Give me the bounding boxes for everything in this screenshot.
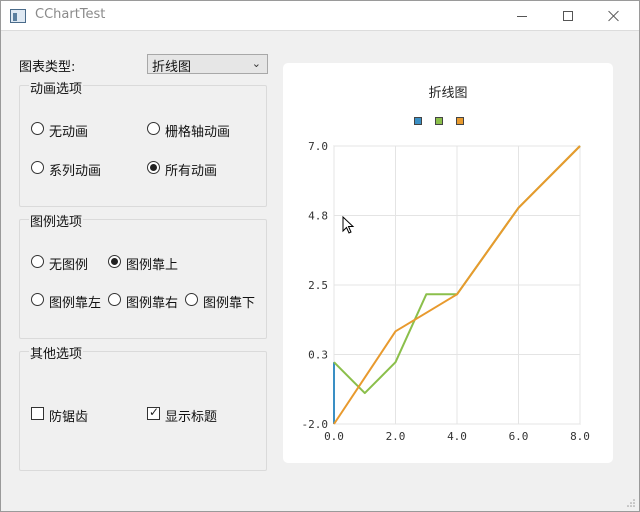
chart-type-value: 折线图 xyxy=(152,60,192,75)
resize-grip-icon[interactable] xyxy=(626,498,636,508)
radio-legend-bottom[interactable] xyxy=(185,293,198,306)
radio-label[interactable]: 栅格轴动画 xyxy=(165,121,230,140)
close-button[interactable] xyxy=(591,1,637,31)
x-tick-label: 8.0 xyxy=(570,430,590,443)
maximize-icon xyxy=(563,11,573,21)
antialias-checkbox[interactable] xyxy=(31,407,44,420)
radio-label[interactable]: 无图例 xyxy=(49,254,88,273)
legend-group xyxy=(19,219,267,339)
radio-label[interactable]: 图例靠下 xyxy=(203,292,255,311)
radio-series-animation[interactable] xyxy=(31,161,44,174)
radio-label[interactable]: 系列动画 xyxy=(49,160,101,179)
mouse-cursor-icon xyxy=(342,216,355,234)
close-icon xyxy=(608,10,620,22)
radio-no-animation[interactable] xyxy=(31,122,44,135)
window-title: CChartTest xyxy=(35,7,106,22)
x-tick-label: 6.0 xyxy=(509,430,529,443)
radio-label[interactable]: 所有动画 xyxy=(165,160,217,179)
radio-legend-right[interactable] xyxy=(108,293,121,306)
legend-group-title: 图例选项 xyxy=(29,211,84,230)
chart-type-label: 图表类型: xyxy=(19,60,76,75)
radio-label[interactable]: 图例靠上 xyxy=(126,254,178,273)
animation-group xyxy=(19,85,267,207)
radio-legend-top[interactable] xyxy=(108,255,121,268)
show-title-label[interactable]: 显示标题 xyxy=(165,406,217,425)
maximize-button[interactable] xyxy=(545,1,591,31)
chart-type-combobox[interactable]: 折线图 ⌄ xyxy=(147,54,268,75)
minimize-icon xyxy=(517,15,527,17)
radio-label[interactable]: 图例靠右 xyxy=(126,292,178,311)
show-title-checkbox[interactable]: ✓ xyxy=(147,405,160,420)
x-tick-label: 2.0 xyxy=(386,430,406,443)
radio-legend-left[interactable] xyxy=(31,293,44,306)
radio-all-animations[interactable] xyxy=(147,161,160,174)
radio-no-legend[interactable] xyxy=(31,255,44,268)
y-tick-label: 7.0 xyxy=(308,140,328,153)
antialias-label[interactable]: 防锯齿 xyxy=(49,406,88,425)
chart-view: 折线图 0.0 2.0 4.0 6.0 8.0 7.0 4.8 2.5 0.3 -2.0 xyxy=(283,63,613,463)
radio-grid-axis-animation[interactable] xyxy=(147,122,160,135)
y-tick-label: -2.0 xyxy=(302,418,329,431)
minimize-button[interactable] xyxy=(499,1,545,31)
y-tick-label: 2.5 xyxy=(308,279,328,292)
x-tick-label: 0.0 xyxy=(324,430,344,443)
line-chart-plot: 0.0 2.0 4.0 6.0 8.0 7.0 4.8 2.5 0.3 -2.0 xyxy=(302,140,590,443)
title-bar[interactable]: CChartTest xyxy=(1,1,639,31)
radio-label[interactable]: 无动画 xyxy=(49,121,88,140)
other-group-title: 其他选项 xyxy=(29,343,84,362)
radio-label[interactable]: 图例靠左 xyxy=(49,292,101,311)
y-tick-label: 0.3 xyxy=(308,349,328,362)
app-icon xyxy=(10,9,26,23)
main-window: CChartTest 图表类型: 折线图 ⌄ 动画选项 无动画 栅格轴动画 系列… xyxy=(0,0,640,512)
x-tick-label: 4.0 xyxy=(447,430,467,443)
y-tick-label: 4.8 xyxy=(308,210,328,223)
chevron-down-icon: ⌄ xyxy=(251,57,261,70)
checkmark-icon: ✓ xyxy=(149,405,160,419)
animation-group-title: 动画选项 xyxy=(29,78,84,97)
